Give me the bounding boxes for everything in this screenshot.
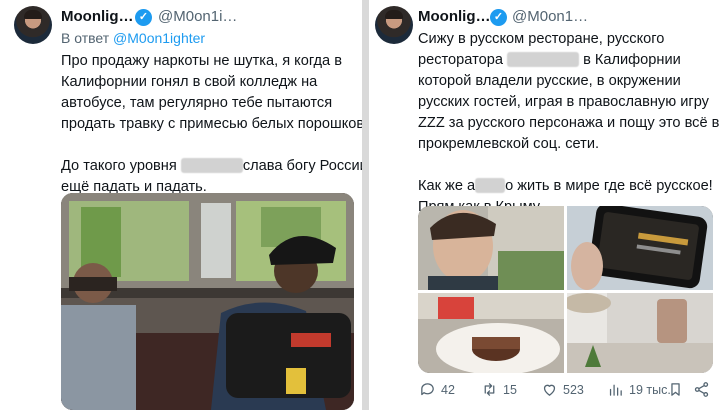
right-tweet-panel: Moonlig… ✓ @M0on1… Сижу в русском рестор… xyxy=(369,0,720,410)
selfie-photo-illustration xyxy=(418,206,564,290)
tweet-text: Про продажу наркоты не шутка, я когда в … xyxy=(61,51,362,198)
author-handle[interactable]: @M0on1… xyxy=(512,8,588,25)
retweet-icon xyxy=(484,383,495,396)
views-chart-icon xyxy=(609,384,622,396)
author-name[interactable]: Moonlig… xyxy=(418,8,490,25)
reply-count: 42 xyxy=(441,382,455,397)
tweet-line: До такого уровня слава богу России xyxy=(61,156,362,177)
author-name[interactable]: Moonlig… xyxy=(61,8,133,25)
share-icon xyxy=(694,382,709,397)
tweet-line-part: До такого уровня xyxy=(61,158,177,174)
views-action[interactable]: 19 тыс. xyxy=(607,381,671,398)
tweet-photo-2[interactable] xyxy=(567,206,713,290)
tweet-line: ZZZ за русского персонажа и пощу это всё… xyxy=(418,115,720,131)
tweet-photo[interactable] xyxy=(61,193,354,410)
author-avatar[interactable] xyxy=(375,6,413,44)
heart-icon xyxy=(543,384,556,396)
redacted-text xyxy=(475,178,506,193)
redacted-text xyxy=(180,158,243,173)
tweet-line: продать травку с примесью белых порошков… xyxy=(61,116,362,132)
bookmark-icon xyxy=(671,383,680,396)
tweet-photo-1[interactable] xyxy=(418,206,564,290)
tweet-line: русских гостей, играя в православную игр… xyxy=(418,94,709,110)
verified-badge-icon: ✓ xyxy=(490,9,507,26)
like-count: 523 xyxy=(563,382,584,397)
author-avatar[interactable] xyxy=(14,6,52,44)
tweet-line: Как же а о жить в мире где всё русское! xyxy=(418,176,719,197)
tweet-text: Сижу в русском ресторане, русского ресто… xyxy=(418,29,719,218)
bookmark-action[interactable] xyxy=(667,381,684,398)
tweet-line: Калифорнии гонял в свой колледж на xyxy=(61,74,318,90)
tweet-line: которой владели русские, в окружении xyxy=(418,73,681,89)
verified-badge-icon: ✓ xyxy=(135,9,152,26)
phone-game-photo-illustration xyxy=(567,206,713,290)
left-tweet-panel: Moonlig… ✓ @M0on1i… В ответ @M0on1ighter… xyxy=(0,0,362,410)
tweet-line-part: слава богу России xyxy=(242,158,362,174)
tweet-line: Про продажу наркоты не шутка, я когда в xyxy=(61,53,342,69)
tweet-photo-3[interactable] xyxy=(418,293,564,373)
tweet-line: ресторатора в Калифорнии xyxy=(418,50,719,71)
tweet-line-part: в Калифорнии xyxy=(583,52,681,68)
dessert-photo-illustration xyxy=(418,293,564,373)
tweet-line: автобусе, там регулярно тебе пытаются xyxy=(61,95,333,111)
reply-context: В ответ @M0on1ighter xyxy=(61,30,205,46)
tweet-line: прокремлевской соц. сети. xyxy=(418,136,600,152)
tweet-line-part: Как же а xyxy=(418,178,476,194)
tweet-line-part: ресторатора xyxy=(418,52,503,68)
reply-mention-link[interactable]: @M0on1ighter xyxy=(113,30,205,46)
author-handle[interactable]: @M0on1i… xyxy=(158,8,237,25)
reply-action[interactable]: 42 xyxy=(419,381,455,398)
reply-icon xyxy=(421,383,434,396)
like-action[interactable]: 523 xyxy=(541,381,584,398)
views-count: 19 тыс. xyxy=(629,382,671,397)
tweet-line: Сижу в русском ресторане, русского xyxy=(418,31,665,47)
tweet-photo-4[interactable] xyxy=(567,293,713,373)
reply-prefix: В ответ xyxy=(61,30,110,46)
tweet-line-part: о жить в мире где всё русское! xyxy=(505,178,713,194)
retweet-count: 15 xyxy=(503,382,517,397)
retweet-action[interactable]: 15 xyxy=(481,381,517,398)
redacted-text xyxy=(507,52,580,67)
bus-photo-illustration xyxy=(61,193,354,410)
share-action[interactable] xyxy=(693,381,710,398)
cafe-interior-photo-illustration xyxy=(567,293,713,373)
